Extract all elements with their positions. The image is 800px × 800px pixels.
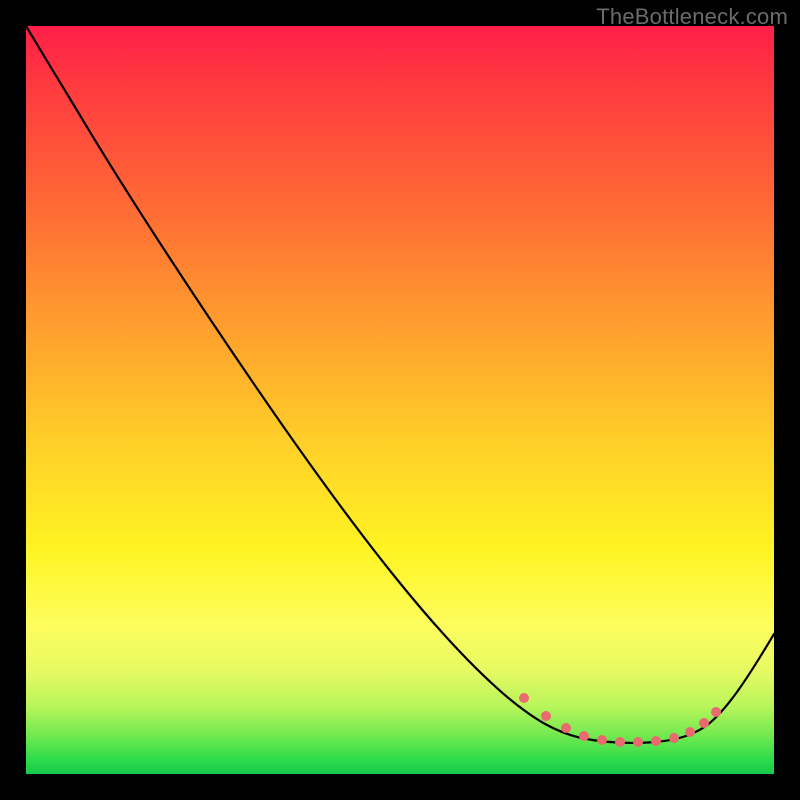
watermark-text: TheBottleneck.com (596, 4, 788, 30)
marker-dot (519, 693, 529, 703)
plot-area (26, 26, 774, 774)
marker-dot (651, 736, 661, 746)
marker-dot (597, 735, 607, 745)
marker-dot (561, 723, 571, 733)
marker-dot (541, 711, 551, 721)
marker-dot (615, 737, 625, 747)
marker-dot (711, 707, 721, 717)
curve-path (26, 26, 774, 743)
marker-dot (633, 737, 643, 747)
marker-dot (685, 727, 695, 737)
chart-frame: TheBottleneck.com (0, 0, 800, 800)
marker-dot (579, 731, 589, 741)
marker-dot (669, 733, 679, 743)
bottleneck-curve (26, 26, 774, 774)
marker-dot (699, 718, 709, 728)
